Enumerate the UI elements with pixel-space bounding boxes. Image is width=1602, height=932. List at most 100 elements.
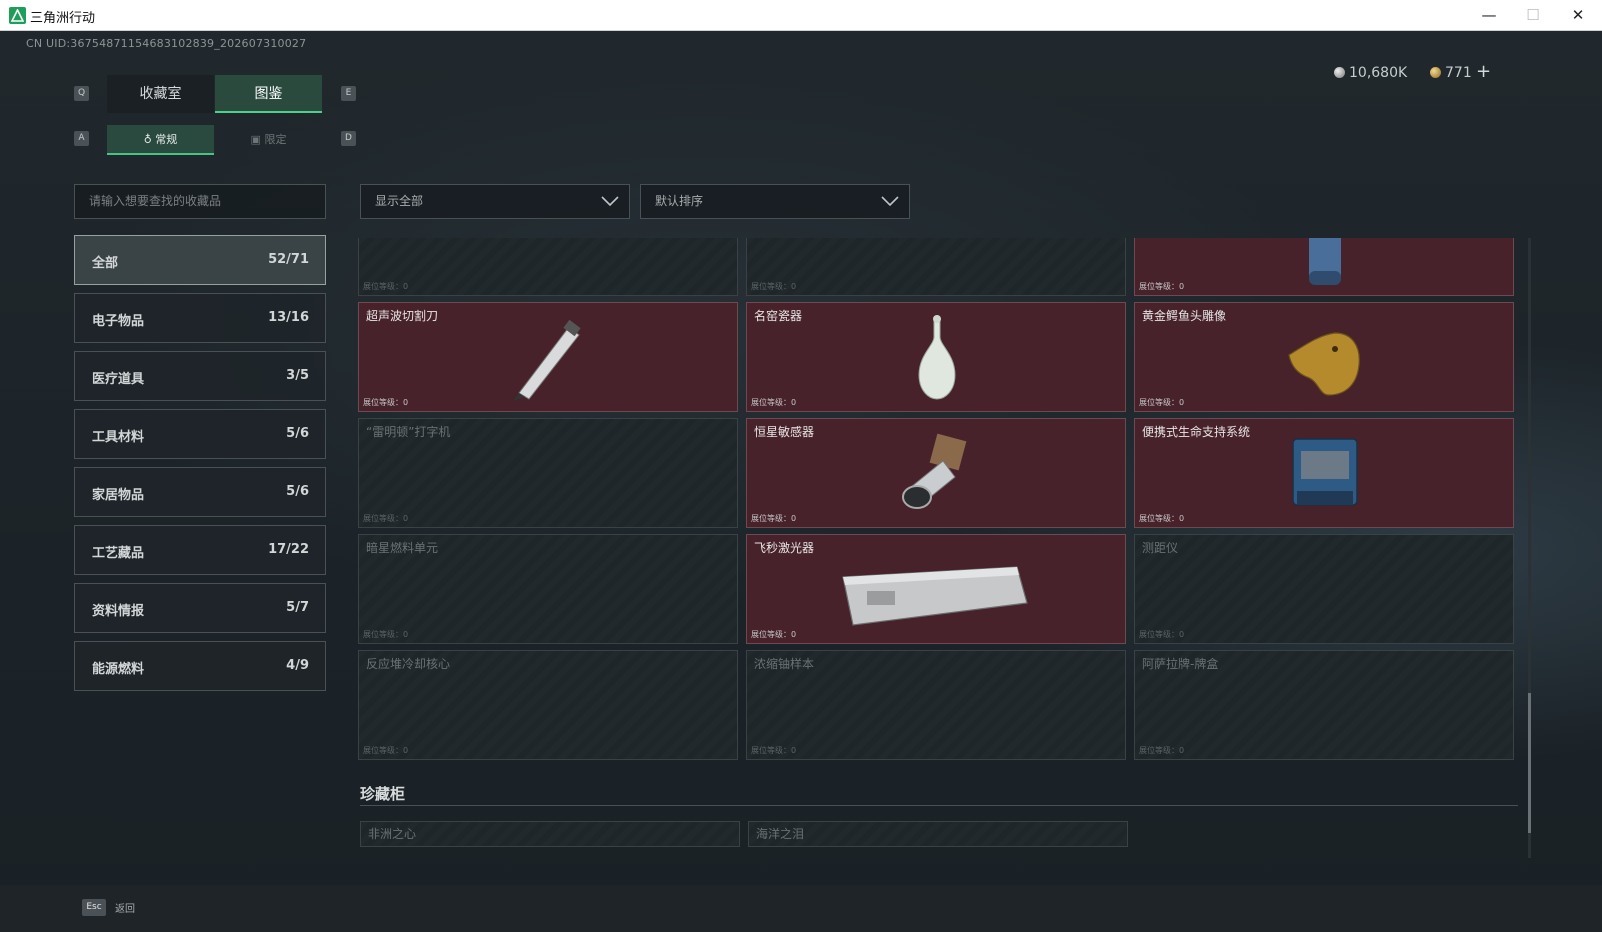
maximize-button[interactable]: ☐ — [1511, 0, 1555, 30]
filter-dropdown[interactable]: 显示全部 — [360, 184, 630, 219]
item-name: 暗星燃料单元 — [366, 541, 439, 555]
item-card[interactable]: 恒星敏感器 展位等级：0 — [746, 418, 1126, 528]
footer-bar: Esc 返回 — [0, 885, 1602, 932]
category-medical[interactable]: 医疗道具 3/5 — [74, 351, 326, 401]
category-count: 3/5 — [286, 368, 309, 383]
app-logo-icon — [9, 7, 26, 24]
close-button[interactable]: ✕ — [1556, 0, 1600, 30]
item-name: 名窑瓷器 — [754, 309, 803, 323]
item-card[interactable]: 展位等级：0 — [1134, 238, 1514, 296]
category-count: 13/16 — [268, 310, 309, 325]
search-input[interactable]: 请输入想要查找的收藏品 — [74, 184, 326, 219]
category-label: 资料情报 — [92, 604, 145, 619]
category-electronics[interactable]: 电子物品 13/16 — [74, 293, 326, 343]
item-card[interactable]: 黄金鳄鱼头雕像 展位等级：0 — [1134, 302, 1514, 412]
item-card[interactable]: “雷明顿”打字机 展位等级：0 — [358, 418, 738, 528]
add-currency-button[interactable]: + — [1476, 61, 1491, 82]
item-level: 展位等级：0 — [363, 282, 409, 291]
item-card[interactable]: 便携式生命支持系统 展位等级：0 — [1134, 418, 1514, 528]
window-title: 三角洲行动 — [30, 11, 96, 26]
scrollbar[interactable] — [1528, 238, 1531, 858]
category-label: 工具材料 — [92, 430, 145, 445]
category-tools[interactable]: 工具材料 5/6 — [74, 409, 326, 459]
life-support-icon — [1292, 438, 1358, 506]
item-card[interactable]: 反应堆冷却核心 展位等级：0 — [358, 650, 738, 760]
item-level: 展位等级：0 — [1139, 282, 1185, 291]
item-name: 反应堆冷却核心 — [366, 657, 451, 671]
item-level: 展位等级：0 — [751, 746, 797, 755]
key-hint-e: E — [341, 86, 356, 101]
category-label: 医疗道具 — [92, 372, 145, 387]
item-name: 便携式生命支持系统 — [1142, 425, 1251, 439]
item-level: 展位等级：0 — [1139, 630, 1185, 639]
item-name: 恒星敏感器 — [754, 425, 815, 439]
item-card[interactable]: 浓缩铀样本 展位等级：0 — [746, 650, 1126, 760]
item-level: 展位等级：0 — [1139, 514, 1185, 523]
category-label: 全部 — [92, 256, 119, 271]
category-count: 52/71 — [268, 252, 309, 267]
item-card[interactable]: 阿萨拉牌-牌盒 展位等级：0 — [1134, 650, 1514, 760]
currency-gold-value: 771 — [1445, 65, 1472, 81]
item-level: 展位等级：0 — [363, 514, 409, 523]
partial-item-icon — [897, 238, 977, 285]
star-sensor-icon — [902, 433, 967, 509]
item-card[interactable]: 展位等级：0 — [746, 238, 1126, 296]
item-card[interactable]: 名窑瓷器 展位等级：0 — [746, 302, 1126, 412]
uranium-sample-icon — [897, 663, 977, 749]
category-label: 家居物品 — [92, 488, 145, 503]
cutting-knife-icon — [513, 319, 581, 401]
item-card[interactable]: 测距仪 展位等级：0 — [1134, 534, 1514, 644]
item-level: 展位等级：0 — [1139, 398, 1185, 407]
category-label: 能源燃料 — [92, 662, 145, 677]
rangefinder-icon — [1285, 547, 1365, 633]
currency-silver: 10,680K — [1334, 65, 1407, 81]
tab-regular[interactable]: ♁ 常规 — [107, 125, 214, 155]
fuel-cell-icon — [509, 547, 589, 633]
laser-device-icon — [842, 566, 1028, 626]
cabinet-item[interactable]: 海洋之泪 — [748, 821, 1128, 847]
item-level: 展位等级：0 — [751, 514, 797, 523]
gold-coin-icon — [1430, 67, 1441, 78]
currency-gold: 771 — [1430, 65, 1472, 81]
category-count: 5/6 — [286, 484, 309, 499]
tab-regular-label: 常规 — [155, 133, 178, 146]
back-label[interactable]: 返回 — [115, 900, 135, 915]
tab-limited[interactable]: ▣ 限定 — [215, 125, 322, 155]
cabinet-item[interactable]: 非洲之心 — [360, 821, 740, 847]
section-divider — [360, 805, 1518, 806]
esc-key-hint[interactable]: Esc — [82, 899, 106, 916]
category-label: 电子物品 — [92, 314, 145, 329]
item-name: “雷明顿”打字机 — [366, 425, 451, 439]
item-card[interactable]: 展位等级：0 — [358, 238, 738, 296]
item-level: 展位等级：0 — [751, 630, 797, 639]
item-level: 展位等级：0 — [1139, 746, 1185, 755]
item-name: 测距仪 — [1142, 541, 1179, 555]
category-count: 4/9 — [286, 658, 309, 673]
chevron-down-icon — [601, 196, 619, 207]
tab-collection-room[interactable]: 收藏室 — [107, 75, 214, 113]
item-level: 展位等级：0 — [363, 630, 409, 639]
category-count: 5/7 — [286, 600, 309, 615]
item-card[interactable]: 飞秒激光器 展位等级：0 — [746, 534, 1126, 644]
item-card[interactable]: 超声波切割刀 展位等级：0 — [358, 302, 738, 412]
category-all[interactable]: 全部 52/71 — [74, 235, 326, 285]
tab-codex[interactable]: 图鉴 — [215, 75, 322, 113]
collection-grid: 展位等级：0 展位等级：0 展位等级：0 超声波切割刀 展位等级：0 名窑瓷器 — [358, 238, 1531, 865]
category-household[interactable]: 家居物品 5/6 — [74, 467, 326, 517]
title-bar: 三角洲行动 — ☐ ✕ — [0, 0, 1602, 31]
item-card[interactable]: 暗星燃料单元 展位等级：0 — [358, 534, 738, 644]
category-label: 工艺藏品 — [92, 546, 145, 561]
category-intel[interactable]: 资料情报 5/7 — [74, 583, 326, 633]
item-name: 浓缩铀样本 — [754, 657, 815, 671]
sort-dropdown[interactable]: 默认排序 — [640, 184, 910, 219]
category-energy[interactable]: 能源燃料 4/9 — [74, 641, 326, 691]
silver-coin-icon — [1334, 67, 1345, 78]
chevron-down-icon — [881, 196, 899, 207]
image-icon: ▣ — [250, 133, 261, 146]
main-area: CN UID:36754871154683102839_202607310027… — [0, 31, 1602, 932]
category-crafts[interactable]: 工艺藏品 17/22 — [74, 525, 326, 575]
user-uid: CN UID:36754871154683102839_202607310027 — [26, 37, 307, 50]
minimize-button[interactable]: — — [1467, 0, 1511, 30]
scrollbar-thumb[interactable] — [1528, 693, 1531, 833]
item-name: 飞秒激光器 — [754, 541, 815, 555]
